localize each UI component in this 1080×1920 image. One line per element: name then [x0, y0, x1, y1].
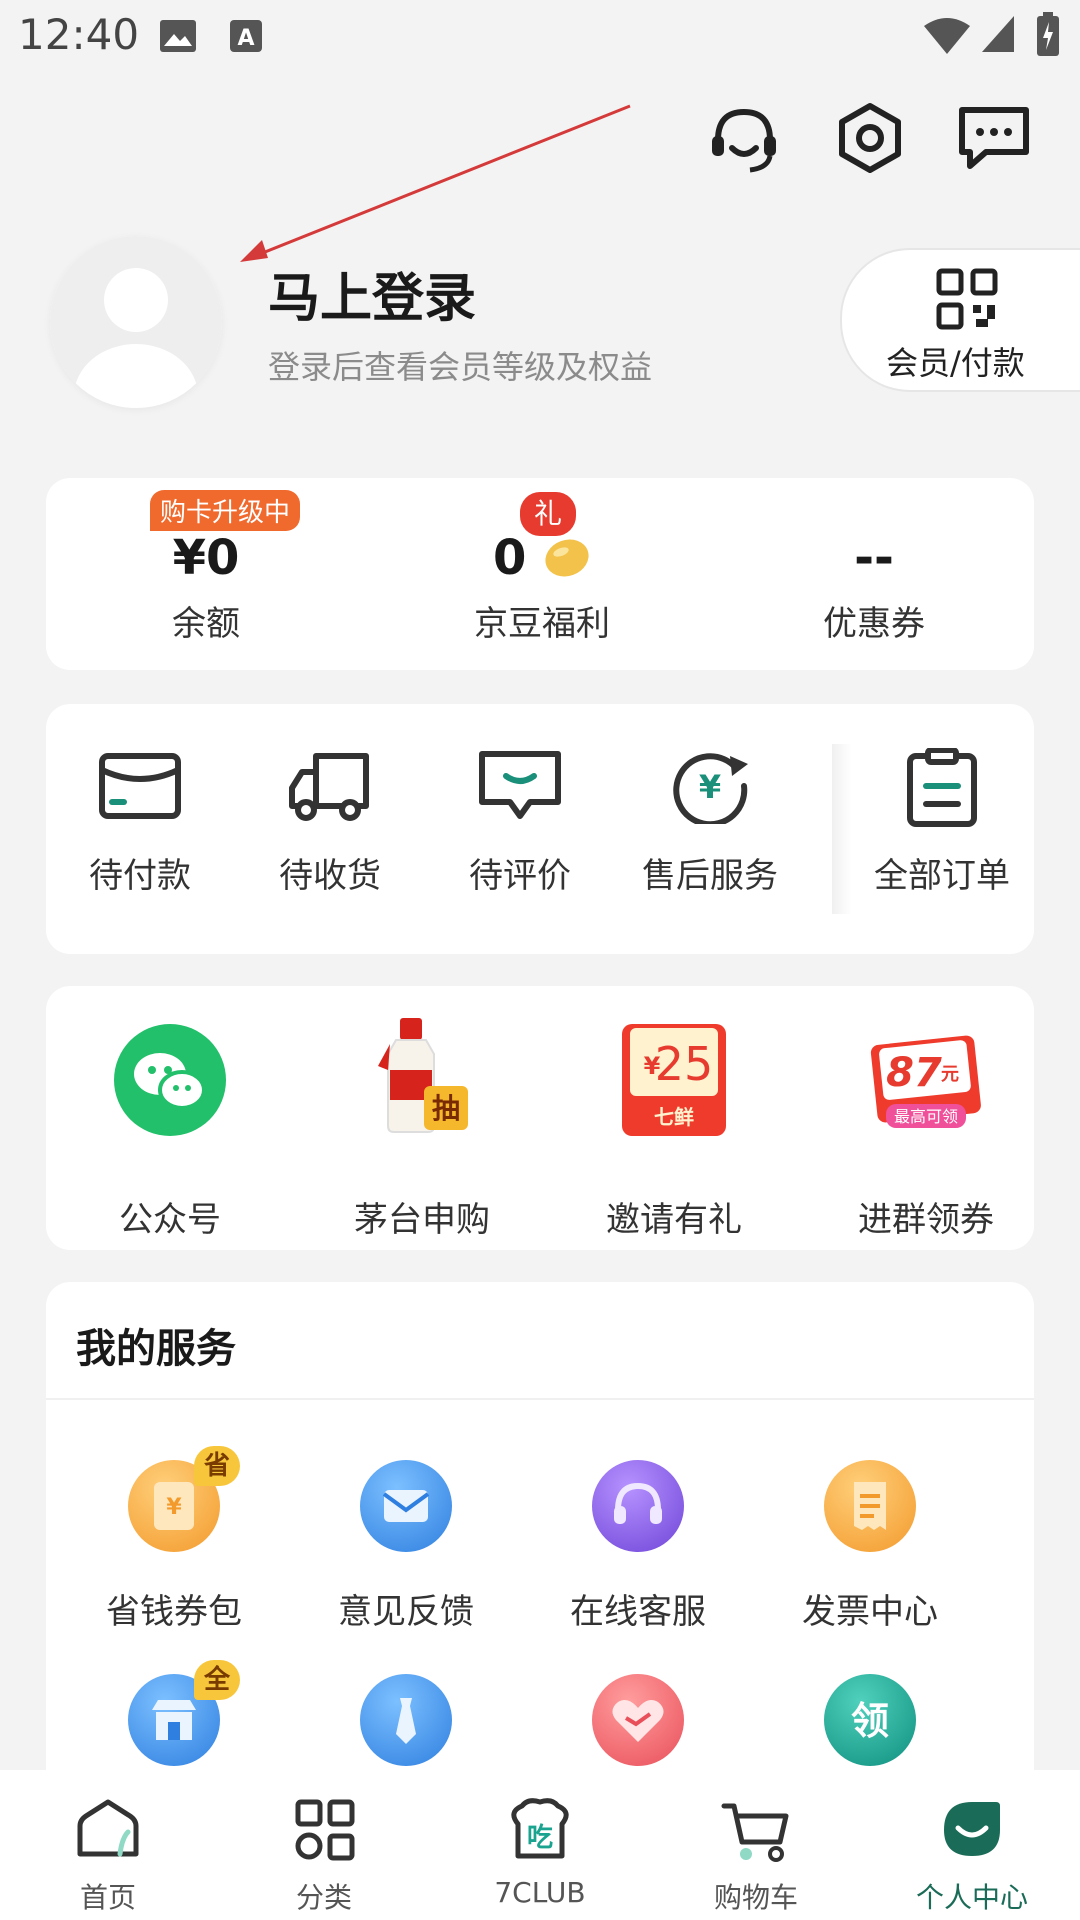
gift-badge: 礼	[520, 492, 576, 536]
assets-card: ¥0 余额 购卡升级中 0 京豆福利 礼 -- 优惠券	[46, 478, 1034, 670]
order-pending-receipt[interactable]: 待收货	[240, 704, 420, 954]
member-pay-label: 会员/付款	[886, 344, 1025, 382]
jingdou-value: 0	[492, 530, 527, 586]
mail-icon	[382, 1490, 430, 1522]
tie-icon	[396, 1698, 416, 1744]
order-all[interactable]: 全部订单	[852, 704, 1032, 954]
tab-profile[interactable]: 个人中心	[864, 1770, 1080, 1920]
tab-cart[interactable]: 购物车	[648, 1770, 864, 1920]
promo-group-coupon[interactable]: 87 元 最高可领 进群领券	[802, 986, 1050, 1250]
orders-card: 待付款 待收货 待评价 ¥ 售后服务 全部订单	[46, 704, 1034, 954]
login-title[interactable]: 马上登录	[268, 256, 476, 331]
truck-icon	[289, 753, 369, 821]
home-icon	[77, 1799, 139, 1857]
category-icon	[295, 1799, 355, 1861]
card-upgrade-badge: 购卡升级中	[150, 490, 301, 531]
promo-invite[interactable]: ¥ 25 七鲜 邀请有礼	[550, 986, 798, 1250]
heart-handshake-icon	[612, 1700, 664, 1742]
coupon-label: 优惠券	[823, 604, 925, 644]
promo-invite-label: 邀请有礼	[606, 1200, 742, 1240]
coupon-value: --	[854, 530, 894, 586]
all-tag: 全	[194, 1660, 240, 1700]
invoice-icon	[854, 1482, 886, 1530]
profile-icon	[944, 1802, 1000, 1856]
order-pending-review-label: 待评价	[469, 856, 571, 896]
7club-glyph: 吃	[527, 1823, 553, 1853]
promo-official-account[interactable]: 公众号	[46, 986, 294, 1250]
tab-home[interactable]: 首页	[0, 1770, 216, 1920]
7club-icon: 吃	[511, 1798, 569, 1859]
order-pending-review[interactable]: 待评价	[430, 704, 610, 954]
promo-card: 公众号 抽 茅台申购 ¥ 25 七鲜 邀请有礼 87 元 最高可领 进群领券	[46, 986, 1034, 1250]
svg-text:¥: ¥	[699, 768, 721, 806]
claim-icon: 领	[851, 1699, 889, 1743]
services-divider	[46, 1398, 1034, 1400]
tab-cart-label: 购物车	[713, 1881, 798, 1914]
group-coupon-note: 最高可领	[894, 1107, 958, 1126]
clipboard-icon	[907, 748, 977, 827]
order-pending-payment[interactable]: 待付款	[50, 704, 230, 954]
coupon-item[interactable]: -- 优惠券	[714, 478, 1034, 670]
invite-brand: 七鲜	[654, 1105, 694, 1129]
wallet-icon	[99, 753, 181, 819]
service-invoice-label: 发票中心	[802, 1592, 938, 1632]
group-coupon-amount: 87	[886, 1050, 942, 1096]
service-coupon-wallet[interactable]: ¥ 省 省钱券包	[58, 1446, 290, 1640]
order-all-label: 全部订单	[874, 856, 1010, 896]
avatar[interactable]	[50, 236, 222, 408]
balance-label: 余额	[172, 604, 240, 644]
cart-icon	[721, 1803, 789, 1862]
service-feedback-label: 意见反馈	[338, 1592, 474, 1632]
service-online-support-label: 在线客服	[570, 1592, 706, 1632]
promo-group-coupon-label: 进群领券	[858, 1200, 994, 1240]
services-card: 我的服务 ¥ 省 省钱券包 意见反馈 在线客服 发票中心 全 领	[46, 1282, 1034, 1802]
order-divider-shadow	[832, 744, 852, 914]
service-feedback[interactable]: 意见反馈	[290, 1460, 522, 1640]
promo-moutai-label: 茅台申购	[354, 1200, 490, 1240]
wechat-icon	[114, 1024, 226, 1136]
bean-icon	[545, 539, 589, 577]
svg-text:¥: ¥	[166, 1495, 182, 1520]
save-tag: 省	[194, 1446, 240, 1486]
tab-7club[interactable]: 吃 7CLUB	[432, 1770, 648, 1920]
claim-glyph: 领	[851, 1699, 889, 1743]
tab-category-label: 分类	[295, 1881, 352, 1914]
headset-icon	[614, 1482, 662, 1524]
refund-icon: ¥	[673, 753, 748, 824]
tab-category[interactable]: 分类	[216, 1770, 432, 1920]
group-coupon-unit: 元	[941, 1064, 959, 1085]
default-avatar-icon	[50, 236, 222, 408]
lottery-tag: 抽	[432, 1092, 460, 1125]
invite-coupon-icon: ¥ 25 七鲜	[622, 1024, 726, 1136]
group-coupon-icon: 87 元 最高可领	[870, 1035, 981, 1128]
qr-code-icon	[936, 268, 998, 330]
order-after-sales-label: 售后服务	[642, 856, 778, 896]
bottom-tab-bar: 首页 分类 吃 7CLUB 购物车 个人中心	[0, 1770, 1080, 1920]
promo-official-account-label: 公众号	[119, 1200, 221, 1240]
services-title: 我的服务	[76, 1326, 236, 1372]
moutai-icon: 抽	[378, 1018, 468, 1133]
tab-7club-label: 7CLUB	[494, 1876, 586, 1909]
tab-home-label: 首页	[79, 1881, 136, 1914]
invite-amount: 25	[655, 1037, 714, 1091]
jingdou-label: 京豆福利	[474, 604, 610, 644]
tab-profile-label: 个人中心	[915, 1881, 1028, 1914]
service-online-support[interactable]: 在线客服	[522, 1460, 754, 1640]
service-invoice[interactable]: 发票中心	[754, 1460, 986, 1640]
order-pending-receipt-label: 待收货	[279, 856, 381, 896]
service-coupon-wallet-label: 省钱券包	[106, 1592, 242, 1632]
review-icon	[479, 751, 561, 819]
balance-value: ¥0	[172, 530, 240, 586]
order-after-sales[interactable]: ¥ 售后服务	[620, 704, 800, 954]
order-pending-payment-label: 待付款	[89, 856, 191, 896]
promo-moutai[interactable]: 抽 茅台申购	[298, 986, 546, 1250]
login-subtitle: 登录后查看会员等级及权益	[268, 348, 653, 386]
member-pay-button[interactable]: 会员/付款	[840, 248, 1080, 392]
